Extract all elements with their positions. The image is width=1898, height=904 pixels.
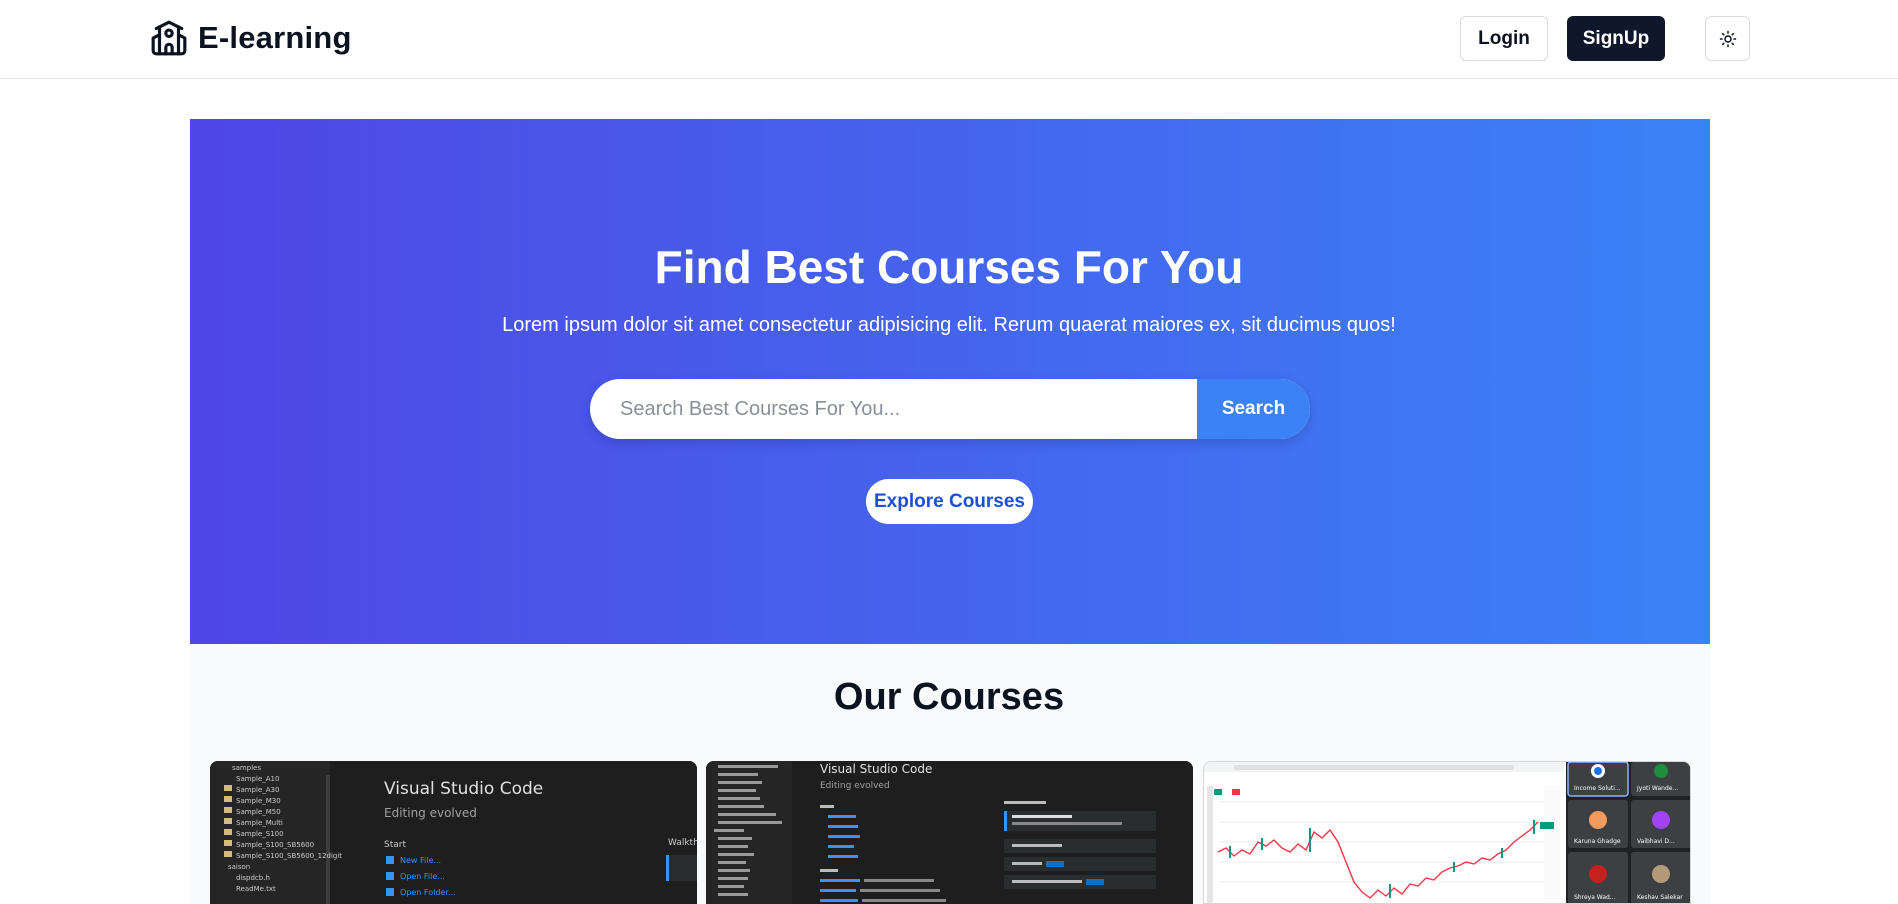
course-thumbnail: samples Sample_A10 Sample_A30 Sample_M30… bbox=[210, 761, 697, 904]
card-subheading: Editing evolved bbox=[384, 806, 477, 820]
tree-item: Sample_M30 bbox=[236, 797, 281, 805]
tree-item: Sample_S100_SB5600 bbox=[236, 841, 314, 849]
course-card[interactable]: Visual Studio Code Editing evolved bbox=[706, 761, 1193, 904]
sun-icon bbox=[1719, 30, 1736, 47]
tree-item: dispdcb.h bbox=[236, 874, 270, 882]
tree-item: Sample_A10 bbox=[236, 775, 279, 783]
course-card[interactable]: Income Soluti... Jyoti Wande... Karuna G… bbox=[1203, 761, 1691, 904]
explore-courses-button[interactable]: Explore Courses bbox=[866, 479, 1033, 524]
participant-name: Vaibhavi D... bbox=[1637, 838, 1675, 845]
card-subheading: Editing evolved bbox=[820, 781, 890, 791]
school-icon bbox=[151, 20, 187, 56]
search-button[interactable]: Search bbox=[1197, 379, 1310, 439]
card-link: New File... bbox=[400, 856, 441, 865]
course-thumbnail: Visual Studio Code Editing evolved bbox=[706, 761, 1193, 904]
theme-toggle-button[interactable] bbox=[1705, 16, 1750, 61]
brand-title: E-learning bbox=[198, 20, 352, 55]
tree-item: ReadMe.txt bbox=[236, 885, 276, 893]
participant-name: Jyoti Wande... bbox=[1636, 785, 1678, 792]
tree-item: saison bbox=[228, 863, 250, 871]
hero-title: Find Best Courses For You bbox=[654, 241, 1244, 293]
card-section: Start bbox=[384, 840, 406, 850]
card-heading: Visual Studio Code bbox=[820, 762, 932, 776]
tree-item: samples bbox=[232, 764, 261, 772]
participant-name: Keshav Salekar bbox=[1637, 894, 1683, 901]
card-right-heading: Walkth bbox=[668, 838, 697, 848]
hero-subtitle: Lorem ipsum dolor sit amet consectetur a… bbox=[502, 314, 1396, 336]
courses-title: Our Courses bbox=[833, 676, 1065, 718]
participant-name: Karuna Ghadge bbox=[1574, 838, 1621, 845]
participant-name: Shreya Wad... bbox=[1574, 894, 1616, 901]
tree-item: Sample_A30 bbox=[236, 786, 279, 794]
navbar: E-learning Login SignUp bbox=[0, 0, 1898, 79]
tree-item: Sample_S100 bbox=[236, 830, 284, 838]
search-input[interactable] bbox=[590, 379, 1197, 439]
card-link: Open Folder... bbox=[400, 888, 456, 897]
course-thumbnail: Income Soluti... Jyoti Wande... Karuna G… bbox=[1204, 762, 1690, 903]
card-link: Open File... bbox=[400, 872, 445, 881]
signup-button[interactable]: SignUp bbox=[1567, 16, 1665, 61]
participant-name: Income Soluti... bbox=[1574, 785, 1621, 792]
login-button[interactable]: Login bbox=[1460, 16, 1548, 61]
tree-item: Sample_M50 bbox=[236, 808, 281, 816]
search-bar: Search bbox=[590, 379, 1310, 439]
tree-item: Sample_S100_SB5600_12digit bbox=[236, 852, 342, 860]
course-card[interactable]: samples Sample_A10 Sample_A30 Sample_M30… bbox=[210, 761, 697, 904]
card-heading: Visual Studio Code bbox=[384, 779, 543, 799]
brand[interactable]: E-learning bbox=[150, 19, 352, 57]
tree-item: Sample_Multi bbox=[236, 819, 283, 827]
